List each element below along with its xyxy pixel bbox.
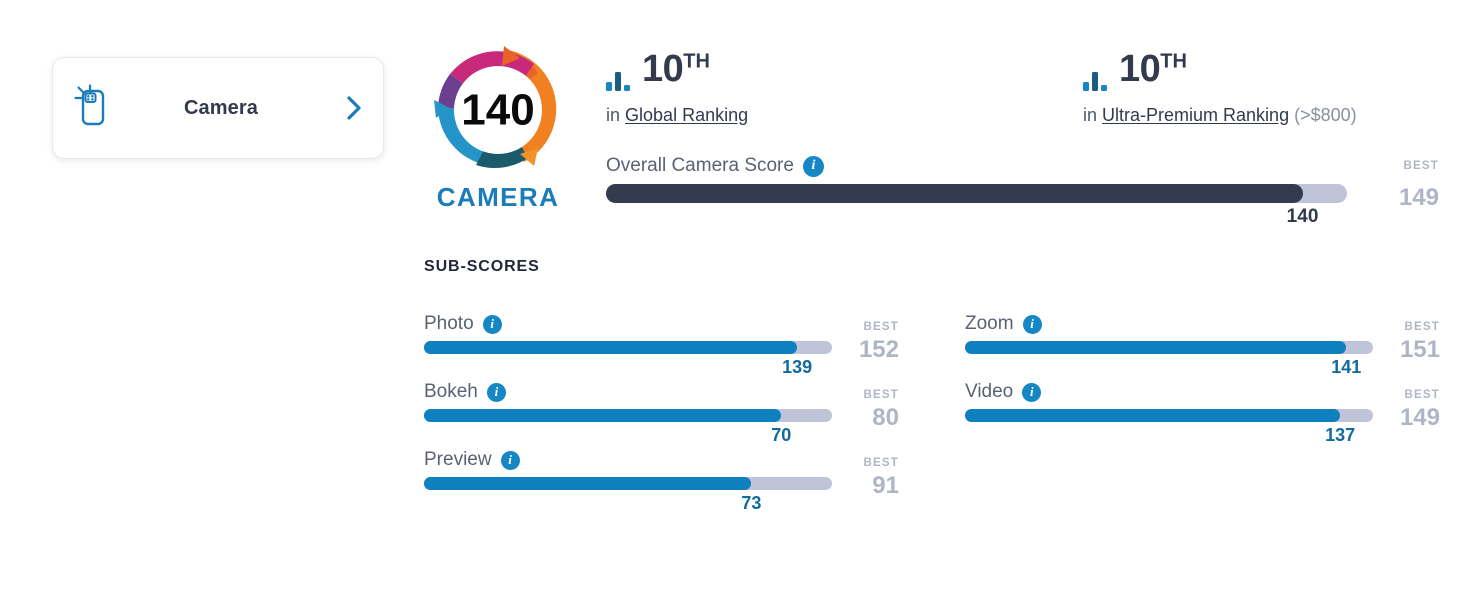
info-icon-video[interactable]: i [1022,382,1042,402]
camera-score-logo: 140 CAMERA [424,40,572,213]
overall-score-bar: 140 [606,184,1347,227]
subscore-bar-fill [424,340,798,354]
subscore-value: 70 [771,424,792,445]
info-icon-overall[interactable]: i [802,155,824,177]
overall-score-label: Overall Camera Score i [606,155,824,177]
info-icon-preview[interactable]: i [500,450,520,470]
subscore-video: Video i BEST 137 149 [965,380,1440,445]
subscore-photo: Photo i BEST 139 152 [424,313,899,377]
subscore-bar-fill [424,476,752,490]
subscore-bar: 73 [424,476,833,513]
subscore-best-label: BEST [1404,320,1440,333]
bar-chart-icon [1083,71,1109,96]
overall-score-section: Overall Camera Score i BEST 140 149 [606,155,1439,227]
subscore-bar-fill [965,408,1341,422]
score-logo-caption: CAMERA [436,182,560,212]
subscore-label: Photo i [424,313,502,335]
subscore-best-label-wrap: BEST [1370,317,1440,335]
subscore-value: 137 [1325,424,1356,445]
info-icon-bokeh[interactable]: i [486,382,506,402]
overall-score-fill [606,184,1303,203]
camera-score-panel: Camera 140 CAMERA 10TH in Global Ranking… [0,0,1475,615]
ranking-position-number: 10 [642,48,684,90]
subscore-name: Preview [424,448,492,470]
subscore-best-label-wrap: BEST [829,453,899,471]
ranking-global: 10TH in Global Ranking [606,50,748,126]
overall-best-value: 149 [1398,184,1439,211]
subscore-bokeh: Bokeh i BEST 70 80 [424,380,899,445]
overall-score-title: Overall Camera Score [606,155,794,176]
subscore-label: Video i [965,380,1042,403]
bar-chart-icon [606,71,632,96]
global-ranking-link[interactable]: Global Ranking [625,105,748,125]
ranking-prefix: in [606,105,621,125]
subscore-best-label: BEST [863,388,899,401]
subscore-bar: 141 [965,340,1374,377]
subscore-bar-fill [424,408,782,422]
subscore-name: Photo [424,313,474,334]
info-icon-photo[interactable]: i [482,314,502,334]
subscores-row: Photo i BEST 139 152 Zoom i BEST 141 151 [424,313,1440,382]
subscore-best-value: 151 [1399,335,1440,363]
nav-card-camera[interactable]: Camera [52,57,384,159]
score-ring-value: 140 [461,86,534,135]
ranking-position: 10TH [642,50,710,88]
subscore-best-label-wrap: BEST [829,385,899,403]
subscore-best-value: 152 [858,335,899,363]
subscores-row: Preview i BEST 73 91 [424,448,1440,518]
chevron-right-icon[interactable] [325,95,383,121]
subscore-bar: 137 [965,408,1374,445]
ranking-prefix: in [1083,105,1098,125]
ranking-position-ordinal: TH [1160,50,1187,73]
subscore-label: Preview i [424,448,520,471]
subscore-zoom: Zoom i BEST 141 151 [965,313,1440,377]
subscore-label: Bokeh i [424,380,506,403]
subscores-grid: Photo i BEST 139 152 Zoom i BEST 141 151… [424,313,1440,518]
subscore-label: Zoom i [965,313,1042,335]
overall-score-value: 140 [1286,206,1319,227]
subscore-name: Bokeh [424,380,478,402]
info-icon-zoom[interactable]: i [1022,314,1042,334]
ranking-position-number: 10 [1119,48,1161,90]
overall-best-value-wrap: 149 [1347,184,1439,212]
subscore-name: Video [965,380,1014,402]
subscore-value: 73 [741,492,762,513]
nav-card-label: Camera [184,96,258,119]
ranking-subtitle: in Ultra-Premium Ranking (>$800) [1083,105,1357,126]
score-ring-icon: 140 [424,40,572,180]
subscore-bar-fill [965,340,1347,354]
subscore-value: 141 [1331,356,1362,377]
overall-best-column: BEST [1347,160,1439,172]
overall-best-label: BEST [1403,160,1439,172]
phone-camera-icon [53,84,127,132]
subscore-best-label: BEST [1404,388,1440,401]
ranking-position: 10TH [1119,50,1187,88]
subscore-preview: Preview i BEST 73 91 [424,448,899,513]
subscore-value: 139 [782,356,813,377]
subscore-best-label-wrap: BEST [829,317,899,335]
subscore-best-value: 91 [872,471,899,499]
subscore-best-value: 80 [872,403,899,431]
ranking-position-ordinal: TH [683,50,710,73]
ranking-subtitle: in Global Ranking [606,105,748,126]
subscore-best-value: 149 [1399,403,1440,431]
ultra-premium-ranking-link[interactable]: Ultra-Premium Ranking [1102,105,1289,125]
subscore-bar: 139 [424,340,833,377]
subscores-heading: SUB-SCORES [424,258,540,275]
subscore-name: Zoom [965,313,1014,334]
subscore-bar: 70 [424,408,833,445]
subscores-row: Bokeh i BEST 70 80 Video i BEST 137 149 [424,380,1440,450]
subscore-best-label: BEST [863,320,899,333]
ranking-ultra-premium: 10TH in Ultra-Premium Ranking (>$800) [1083,50,1357,126]
subscore-best-label: BEST [863,456,899,469]
subscore-best-label-wrap: BEST [1370,385,1440,403]
ranking-note: (>$800) [1289,105,1357,125]
